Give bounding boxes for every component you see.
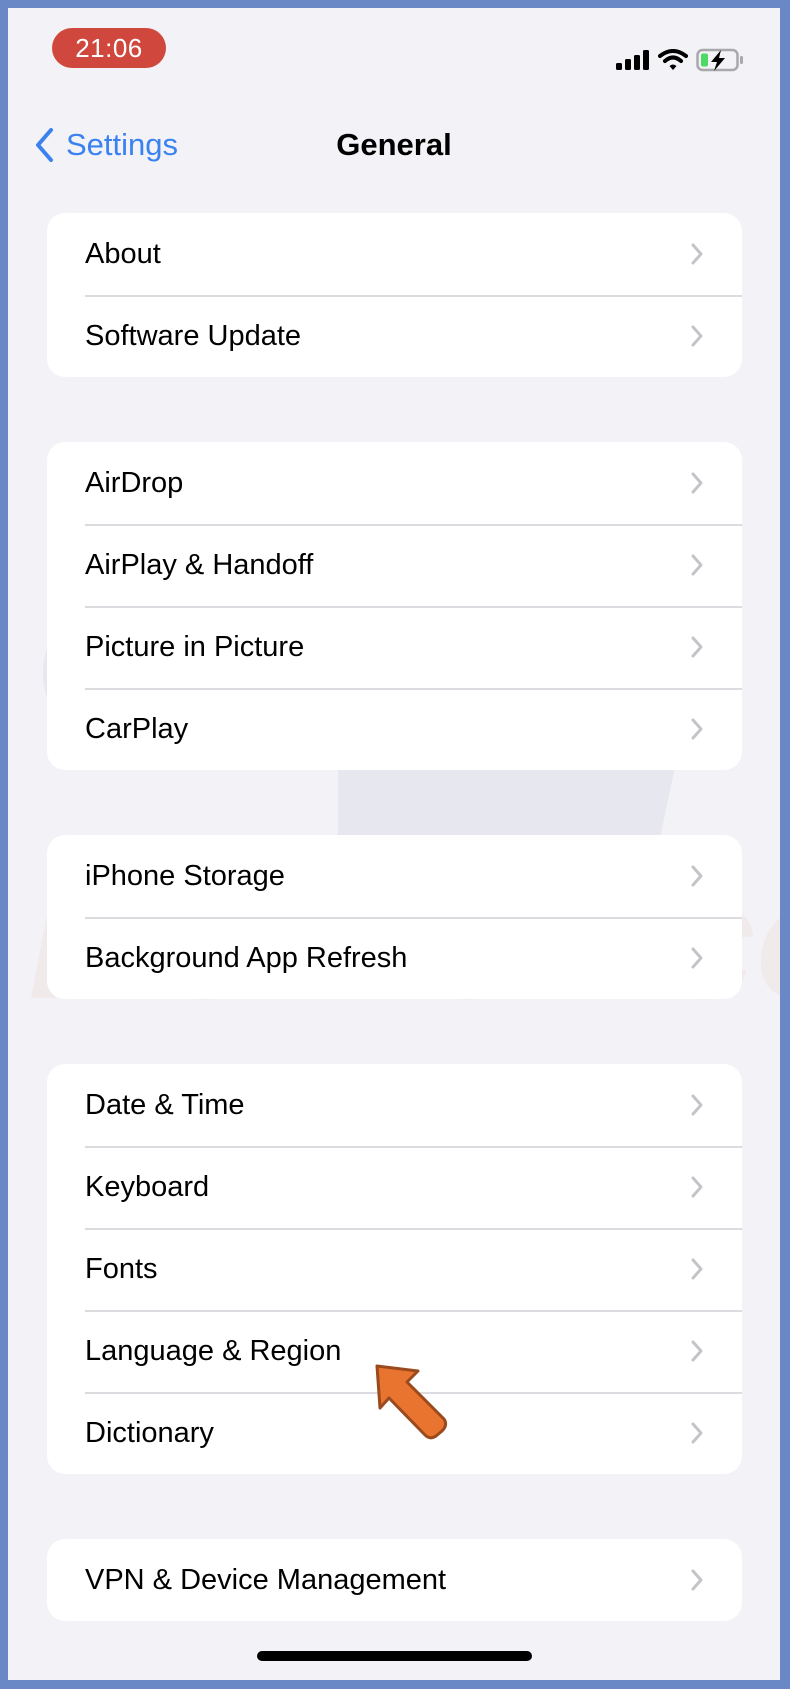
chevron-right-icon — [690, 553, 704, 577]
row-label: Date & Time — [85, 1088, 245, 1121]
status-icons — [616, 48, 744, 72]
row-label: Language & Region — [85, 1334, 342, 1367]
page-title: General — [336, 127, 452, 162]
row-label: CarPlay — [85, 712, 189, 745]
row-label: Picture in Picture — [85, 630, 305, 663]
row-label: About — [85, 237, 161, 270]
settings-row-airdrop[interactable]: AirDrop — [47, 442, 742, 524]
settings-row-software-update[interactable]: Software Update — [47, 295, 742, 377]
row-label: AirDrop — [85, 466, 184, 499]
chevron-right-icon — [690, 1339, 704, 1363]
pointer-arrow-icon — [375, 1364, 448, 1440]
row-label: Dictionary — [85, 1416, 214, 1449]
chevron-right-icon — [690, 864, 704, 888]
row-label: Fonts — [85, 1252, 158, 1285]
chevron-right-icon — [690, 242, 704, 266]
chevron-right-icon — [690, 1175, 704, 1199]
status-time-pill: 21:06 — [52, 28, 166, 68]
settings-row-about[interactable]: About — [47, 213, 742, 295]
row-label: AirPlay & Handoff — [85, 548, 314, 581]
settings-row-date-time[interactable]: Date & Time — [47, 1064, 742, 1146]
settings-row-background-app-refresh[interactable]: Background App Refresh — [47, 917, 742, 999]
wifi-icon — [658, 49, 688, 70]
chevron-right-icon — [690, 471, 704, 495]
chevron-right-icon — [690, 1093, 704, 1117]
settings-group-5: VPN & Device Management — [47, 1539, 742, 1621]
row-label: Background App Refresh — [85, 941, 408, 974]
row-label: Keyboard — [85, 1170, 210, 1203]
settings-group-2: AirDrop AirPlay & Handoff Picture in Pic… — [47, 442, 742, 770]
settings-group-1: About Software Update — [47, 213, 742, 377]
chevron-right-icon — [690, 1257, 704, 1281]
chevron-right-icon — [690, 717, 704, 741]
cellular-signal-icon — [616, 50, 649, 70]
settings-row-fonts[interactable]: Fonts — [47, 1228, 742, 1310]
settings-row-picture-in-picture[interactable]: Picture in Picture — [47, 606, 742, 688]
chevron-right-icon — [690, 635, 704, 659]
chevron-right-icon — [690, 1568, 704, 1592]
chevron-right-icon — [690, 324, 704, 348]
row-label: iPhone Storage — [85, 859, 285, 892]
settings-row-carplay[interactable]: CarPlay — [47, 688, 742, 770]
settings-row-iphone-storage[interactable]: iPhone Storage — [47, 835, 742, 917]
home-indicator[interactable] — [257, 1651, 532, 1661]
status-time: 21:06 — [75, 33, 143, 63]
ios-screen: PC risk.com 21:06 Settings General — [8, 8, 780, 1680]
row-label: VPN & Device Management — [85, 1563, 447, 1596]
settings-group-3: iPhone Storage Background App Refresh — [47, 835, 742, 999]
row-label: Software Update — [85, 319, 302, 352]
chevron-right-icon — [690, 1421, 704, 1445]
settings-row-airplay-handoff[interactable]: AirPlay & Handoff — [47, 524, 742, 606]
chevron-right-icon — [690, 946, 704, 970]
settings-row-keyboard[interactable]: Keyboard — [47, 1146, 742, 1228]
settings-row-vpn-device-management[interactable]: VPN & Device Management — [47, 1539, 742, 1621]
battery-charging-icon — [696, 48, 743, 72]
